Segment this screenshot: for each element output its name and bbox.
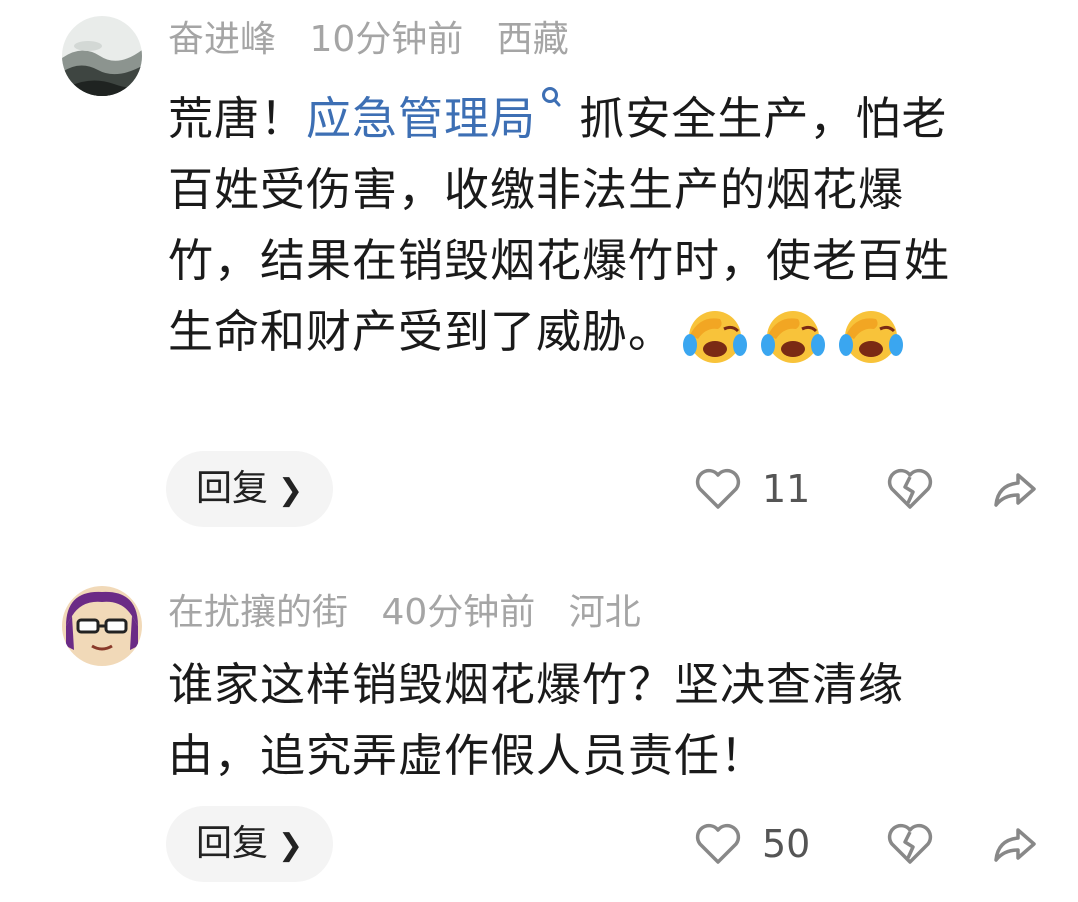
comment-meta: 奋进峰 10分钟前 西藏	[168, 15, 591, 65]
reply-label: 回复	[196, 823, 269, 864]
comment-actions: 11	[694, 451, 1038, 527]
facepalm-laugh-emoji	[839, 311, 904, 363]
share-button[interactable]	[990, 467, 1038, 511]
reply-button[interactable]: 回复 ❯	[166, 451, 334, 527]
landscape-avatar-icon	[62, 16, 142, 96]
chevron-right-icon: ❯	[278, 473, 304, 508]
username[interactable]: 奋进峰	[168, 19, 276, 60]
comment-text: 荒唐！应急管理局 抓安全生产，怕老百姓受伤害，收缴非法生产的烟花爆竹，结果在销毁…	[168, 83, 988, 367]
username[interactable]: 在扰攘的街	[168, 592, 348, 633]
keyword-link[interactable]: 应急管理局	[306, 92, 536, 145]
reply-button[interactable]: 回复 ❯	[166, 806, 334, 882]
share-button[interactable]	[990, 822, 1038, 866]
chevron-right-icon: ❯	[278, 828, 304, 863]
like-button[interactable]: 50	[694, 822, 826, 866]
comment-meta: 在扰攘的街 40分钟前 河北	[168, 588, 663, 638]
user-avatar[interactable]	[62, 586, 142, 666]
text-before: 荒唐！	[168, 92, 307, 145]
user-avatar[interactable]	[62, 16, 142, 96]
broken-heart-icon	[887, 468, 933, 509]
emoji-group	[674, 305, 908, 363]
cartoon-glasses-avatar-icon	[62, 586, 142, 666]
share-icon	[994, 828, 1036, 862]
dislike-button[interactable]	[886, 467, 934, 511]
broken-heart-icon	[887, 823, 933, 864]
share-icon	[994, 473, 1036, 507]
search-icon[interactable]	[536, 83, 564, 119]
facepalm-laugh-emoji	[761, 311, 826, 363]
like-count: 50	[762, 822, 811, 866]
location: 河北	[568, 592, 641, 633]
like-button[interactable]: 11	[694, 467, 826, 511]
like-count: 11	[762, 467, 811, 511]
comment-text: 谁家这样销毁烟花爆竹？坚决查清缘由，追究弄虚作假人员责任！	[168, 658, 905, 782]
facepalm-laugh-emoji	[683, 311, 748, 363]
reply-label: 回复	[196, 468, 269, 509]
location: 西藏	[496, 19, 569, 60]
heart-icon	[695, 468, 741, 509]
dislike-button[interactable]	[886, 822, 934, 866]
comment-actions: 50	[694, 806, 1038, 882]
heart-icon	[695, 823, 741, 864]
timestamp: 10分钟前	[309, 19, 464, 60]
timestamp: 40分钟前	[381, 592, 536, 633]
